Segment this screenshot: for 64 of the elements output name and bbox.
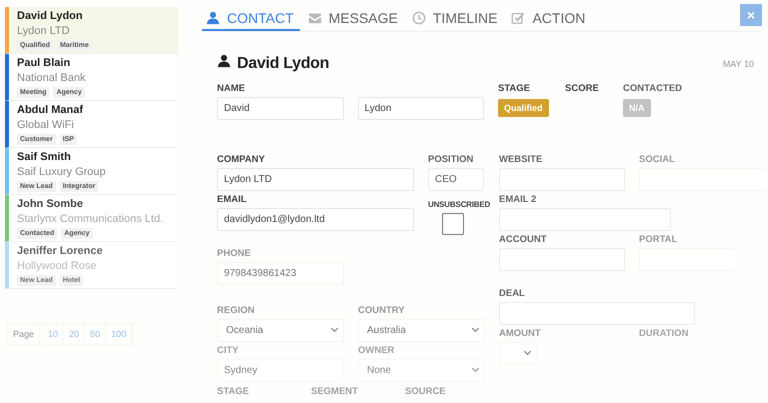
envelope-icon <box>308 11 322 25</box>
text-field[interactable]: CEO <box>428 168 484 191</box>
clock-icon <box>412 11 426 25</box>
field-label: SOCIAL <box>639 154 676 165</box>
dropdown[interactable]: None <box>358 359 485 382</box>
checkbox-icon <box>511 11 526 25</box>
company-name: Starlynx Communications Ltd. <box>17 212 164 227</box>
text-field[interactable]: Lydon <box>358 97 484 120</box>
page-label: Page <box>7 323 40 345</box>
dropdown[interactable]: Oceania <box>217 319 344 342</box>
tab[interactable]: MESSAGE <box>304 0 404 30</box>
company-name: National Bank <box>17 71 86 86</box>
field-label: OWNER <box>358 345 396 356</box>
field-label: CITY <box>217 345 240 356</box>
contact-name: John Sombe <box>17 197 84 212</box>
field-label: SEGMENT <box>311 386 359 397</box>
field-label: NAME <box>217 83 246 94</box>
contact-name: Abdul Manaf <box>17 103 84 118</box>
text-field[interactable]: 9798439861423 <box>217 262 344 285</box>
company-name: Saif Luxury Group <box>17 165 107 180</box>
field-label: ACCOUNT <box>499 234 548 245</box>
field-label: STAGE <box>498 83 532 94</box>
contact-name: Paul Blain <box>17 56 72 71</box>
company-name: Lydon LTD <box>17 24 71 39</box>
field-label: DEAL <box>499 288 526 299</box>
field-label: SCORE <box>565 83 600 94</box>
tab[interactable]: ACTION <box>507 0 592 30</box>
contact-name-heading: David Lydon <box>237 54 330 72</box>
field-label: DURATION <box>639 328 690 339</box>
user-icon <box>206 10 220 24</box>
field-label: PHONE <box>217 248 252 259</box>
field-label: COUNTRY <box>358 305 406 316</box>
field-label: PORTAL <box>639 234 678 245</box>
field-label: AMOUNT <box>499 328 542 339</box>
checkbox[interactable] <box>442 213 464 235</box>
contact-name: Saif Smith <box>17 150 72 165</box>
company-name: Hollywood Rose <box>17 259 98 274</box>
date-label: MAY 10 <box>722 58 754 68</box>
field-label: POSITION <box>428 154 474 165</box>
dropdown[interactable]: Australia <box>358 319 485 342</box>
field-label: REGION <box>217 305 256 316</box>
text-field[interactable]: David <box>217 97 344 120</box>
field-label: COMPANY <box>217 154 266 165</box>
field-label: WEBSITE <box>499 154 544 165</box>
text-field[interactable]: davidlydon1@lydon.ltd <box>217 208 414 231</box>
text-field[interactable]: Lydon LTD <box>217 168 414 191</box>
field-label: CONTACTED <box>623 83 683 94</box>
field-label: UNSUBSCRIBED <box>428 199 490 210</box>
tab[interactable]: CONTACT <box>202 0 300 31</box>
field-label: STAGE <box>217 386 250 397</box>
field-label: SOURCE <box>405 386 447 397</box>
text-field[interactable] <box>639 248 735 271</box>
field-label: EMAIL 2 <box>499 194 538 205</box>
status-badge: N/A <box>623 99 650 117</box>
tab[interactable]: TIMELINE <box>408 0 504 30</box>
stage-badge: Qualified <box>498 99 549 117</box>
contact-name: Jeniffer Lorence <box>17 244 104 259</box>
text-field[interactable]: Sydney <box>217 359 344 382</box>
text-field[interactable] <box>639 168 765 191</box>
user-icon <box>217 54 231 68</box>
dropdown[interactable] <box>499 342 537 365</box>
field-label: EMAIL <box>217 194 248 205</box>
company-name: Global WiFi <box>17 118 75 133</box>
contact-name: David Lydon <box>17 9 84 24</box>
